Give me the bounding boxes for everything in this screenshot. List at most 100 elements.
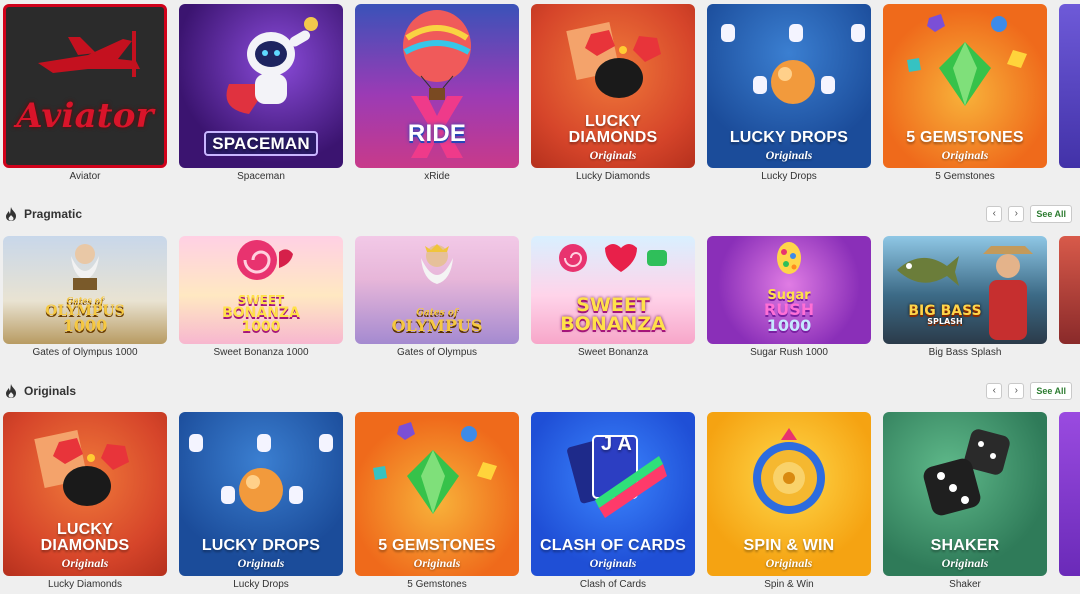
game-card-sugar-rush-1000[interactable]: Sugar RUSH 1000 Sugar Rush 1000 (707, 236, 871, 358)
game-thumbnail[interactable]: Aviator (3, 4, 167, 168)
game-name: Sugar Rush 1000 (750, 347, 828, 358)
fish-icon (897, 256, 959, 286)
game-card-sweet-bonanza[interactable]: SWEET BONANZA Sweet Bonanza (531, 236, 695, 358)
game-thumbnail[interactable]: 5 GEMSTONES Originals (883, 4, 1047, 168)
game-name: Lucky Drops (233, 579, 289, 590)
game-name: Sweet Bonanza 1000 (213, 347, 309, 358)
game-name: 5 Gemstones (935, 171, 995, 182)
game-card-shaker[interactable]: SHAKER Originals Shaker (883, 412, 1047, 590)
game-thumbnail[interactable]: RIDE (355, 4, 519, 168)
game-thumbnail[interactable]: LUCKY DIAMONDS Originals (531, 4, 695, 168)
game-art-line: DIAMONDS (568, 129, 658, 146)
next-game-card-peek[interactable] (1059, 412, 1080, 576)
game-thumbnail[interactable]: SWEET BONANZA (531, 236, 695, 344)
section-title: Originals (24, 384, 77, 398)
card-letters: J A (601, 433, 632, 455)
game-card-spaceman[interactable]: SPACEMAN Spaceman (179, 4, 343, 182)
game-art-title: Aviator (16, 96, 154, 136)
game-thumbnail[interactable]: LUCKY DROPS Originals (179, 412, 343, 576)
game-art-title: RIDE (407, 120, 467, 147)
see-all-button[interactable]: See All (1030, 382, 1072, 400)
game-thumbnail[interactable]: Gates of OLYMPUS 1000 (3, 236, 167, 344)
originals-tag: Originals (941, 556, 989, 570)
originals-tag: Originals (61, 556, 109, 570)
next-game-card-peek[interactable] (1059, 4, 1080, 168)
game-card-sweet-bonanza-1000[interactable]: SWEET BONANZA 1000 Sweet Bonanza 1000 (179, 236, 343, 358)
game-art-title: CLASH OF CARDS (540, 537, 686, 554)
game-card-5-gemstones[interactable]: 5 GEMSTONES Originals 5 Gemstones (355, 412, 519, 590)
game-card-lucky-diamonds[interactable]: LUCKY DIAMONDS Originals Lucky Diamonds (531, 4, 695, 182)
game-card-5-gemstones[interactable]: 5 GEMSTONES Originals 5 Gemstones (883, 4, 1047, 182)
game-card-big-bass-splash[interactable]: BIG BASS SPLASH Big Bass Splash (883, 236, 1047, 358)
game-thumbnail[interactable]: 5 GEMSTONES Originals (355, 412, 519, 576)
game-thumbnail[interactable]: SWEET BONANZA 1000 (179, 236, 343, 344)
zeus-icon (421, 244, 453, 284)
see-all-button[interactable]: See All (1030, 205, 1072, 223)
game-name: Spaceman (237, 171, 285, 182)
game-art-title: Sugar RUSH 1000 (764, 289, 814, 334)
game-card-aviator[interactable]: Aviator Aviator (3, 4, 167, 182)
fire-icon (6, 207, 16, 221)
game-thumbnail[interactable]: SPIN & WIN Originals (707, 412, 871, 576)
zeus-icon (71, 244, 99, 290)
next-game-card-peek[interactable] (1059, 236, 1080, 344)
game-name: Shaker (949, 579, 981, 590)
gemstone-icon (373, 422, 497, 514)
game-art-title: 5 GEMSTONES (378, 537, 496, 554)
game-thumbnail[interactable]: BIG BASS SPLASH (883, 236, 1047, 344)
game-art-title: 5 GEMSTONES (906, 129, 1024, 146)
game-card-lucky-drops[interactable]: LUCKY DROPS Originals Lucky Drops (179, 412, 343, 590)
section-controls: ‹ › See All (986, 382, 1072, 400)
section-title: Pragmatic (24, 207, 83, 221)
game-name: Gates of Olympus (396, 347, 478, 358)
gemstone-icon (907, 14, 1027, 106)
ball-pegs-icon (721, 24, 865, 104)
chevron-right-icon[interactable]: › (1008, 383, 1025, 399)
game-card-gates-of-olympus-1000[interactable]: Gates of OLYMPUS 1000 Gates of Olympus 1… (3, 236, 167, 358)
chevron-right-icon[interactable]: › (1008, 206, 1025, 222)
game-art-title: Gates of OLYMPUS (392, 309, 483, 334)
diamond-bomb-icon (566, 21, 661, 98)
game-card-gates-of-olympus[interactable]: Gates of OLYMPUS Gates of Olympus (355, 236, 519, 358)
game-thumbnail[interactable]: Gates of OLYMPUS (355, 236, 519, 344)
game-art-title: SPACEMAN (204, 131, 318, 156)
originals-tag: Originals (941, 148, 989, 162)
game-thumbnail[interactable]: SHAKER Originals (883, 412, 1047, 576)
game-thumbnail[interactable]: J A CLASH OF CARDS Originals (531, 412, 695, 576)
game-art-title: LUCKY DROPS (729, 129, 849, 146)
game-name: Lucky Diamonds (576, 171, 650, 182)
game-card-lucky-diamonds[interactable]: LUCKY DIAMONDS Originals Lucky Diamonds (3, 412, 167, 590)
game-card-clash-of-cards[interactable]: J A CLASH OF CARDS Originals Clash of Ca… (531, 412, 695, 590)
game-art-title: LUCKY DROPS (201, 537, 321, 554)
game-thumbnail[interactable]: SPACEMAN (179, 4, 343, 168)
chevron-left-icon[interactable]: ‹ (986, 383, 1003, 399)
game-name: Sweet Bonanza (577, 347, 649, 358)
game-art-line: LUCKY (584, 113, 642, 130)
game-art-line: SPLASH (927, 317, 963, 326)
game-art-title: SHAKER (930, 537, 1000, 554)
originals-tag: Originals (765, 556, 813, 570)
originals-tag: Originals (765, 148, 813, 162)
game-thumbnail[interactable]: Sugar RUSH 1000 (707, 236, 871, 344)
game-thumbnail[interactable]: LUCKY DROPS Originals (707, 4, 871, 168)
game-art-line: BONANZA (560, 313, 666, 335)
game-card-lucky-drops[interactable]: LUCKY DROPS Originals Lucky Drops (707, 4, 871, 182)
game-thumbnail[interactable]: LUCKY DIAMONDS Originals (3, 412, 167, 576)
game-card-spin-and-win[interactable]: SPIN & WIN Originals Spin & Win (707, 412, 871, 590)
diamond-bomb-icon (34, 429, 129, 506)
game-name: Lucky Diamonds (48, 579, 122, 590)
game-name: Clash of Cards (579, 579, 647, 590)
game-art-title: SWEET BONANZA (560, 296, 666, 334)
game-art-title: BIG BASS SPLASH (908, 304, 981, 326)
game-name: Aviator (69, 171, 101, 182)
astronaut-icon (226, 17, 318, 114)
game-name: Gates of Olympus 1000 (32, 347, 138, 358)
game-card-xride[interactable]: RIDE xRide (355, 4, 519, 182)
games-row-top: Aviator Aviator SPACEMAN Spaceman RIDE x… (0, 4, 1080, 184)
game-art-line: DIAMONDS (40, 537, 130, 554)
wheel-icon (753, 428, 825, 514)
fisherman-icon (983, 246, 1033, 340)
game-art-line: 1000 (241, 319, 281, 335)
chevron-left-icon[interactable]: ‹ (986, 206, 1003, 222)
game-art-title: SWEET BONANZA 1000 (222, 294, 300, 334)
